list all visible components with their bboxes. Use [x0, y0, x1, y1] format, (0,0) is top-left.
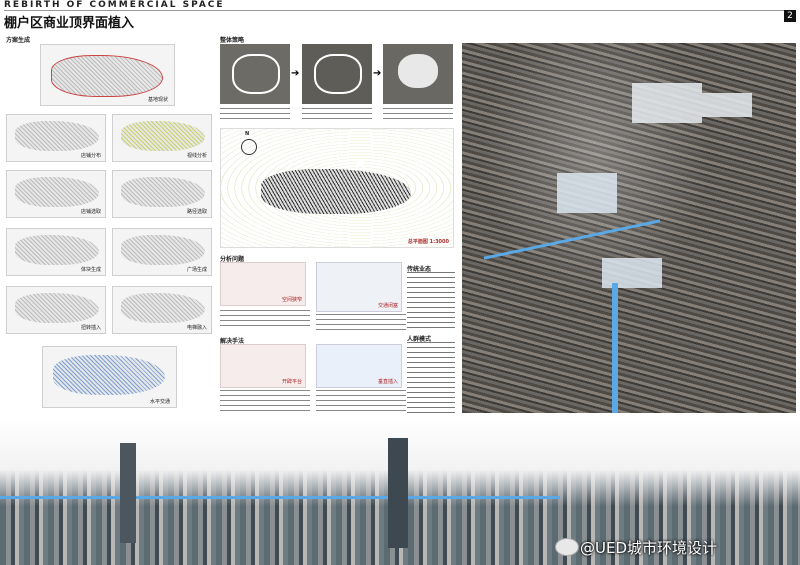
panel-label: 视线分析 — [186, 153, 207, 159]
panel-path-selection: 路径选取 — [112, 170, 212, 218]
site-label: 基地现状 — [147, 97, 168, 103]
outline-shape — [232, 54, 280, 94]
panel-label: 体块生成 — [80, 267, 101, 273]
page-number: 2 — [784, 10, 796, 22]
walkway-line — [0, 496, 560, 499]
panel-map — [15, 293, 99, 323]
panel-label: 电梯融入 — [186, 325, 207, 331]
weibo-icon — [555, 538, 579, 556]
solution-panel-1: 开辟平台 — [220, 344, 306, 388]
plan-label: 总平面图 1:3000 — [407, 239, 449, 245]
canopy-structure — [632, 83, 702, 123]
solution-label: 开辟平台 — [281, 379, 302, 385]
panel-map — [53, 355, 165, 395]
panel-horizontal-traffic: 水平交通 — [42, 346, 177, 408]
north-label: N — [245, 131, 250, 137]
strategy-step-3 — [383, 44, 453, 104]
analysis-label: 交通闭塞 — [377, 303, 398, 309]
panel-plaza: 广场生成 — [112, 228, 212, 276]
section-title-generation: 方案生成 — [6, 37, 31, 44]
analysis-text-1 — [220, 310, 310, 330]
aerial-render — [462, 43, 796, 413]
panel-label: 广场生成 — [186, 267, 207, 273]
plan-buildings — [261, 169, 411, 214]
panel-shop-selection: 店铺选取 — [6, 170, 106, 218]
master-plan: N 总平面图 1:3000 — [220, 128, 454, 248]
canopy-shape — [398, 54, 438, 88]
panel-label: 店铺选取 — [80, 209, 101, 215]
elevator-tower — [612, 283, 618, 413]
title-en: REBIRTH OF COMMERCIAL SPACE — [4, 0, 225, 10]
panel-map — [121, 121, 205, 151]
analysis-text-2 — [316, 314, 406, 334]
header-divider — [4, 10, 796, 11]
panel-label: 扭转插入 — [80, 325, 101, 331]
panel-map — [15, 121, 99, 151]
compass-icon — [241, 139, 257, 155]
solution-text-2 — [316, 390, 406, 412]
panel-sightline: 视线分析 — [112, 114, 212, 162]
skyway — [483, 219, 661, 260]
site-map — [51, 55, 163, 97]
panel-elevator: 电梯融入 — [112, 286, 212, 334]
canopy-structure — [557, 173, 617, 213]
panel-label: 路径选取 — [186, 209, 207, 215]
arrow-right-icon: ➔ — [291, 68, 300, 79]
canopy-structure — [702, 93, 752, 117]
strategy-caption-2 — [302, 108, 372, 122]
analysis-panel-1: 空间狭窄 — [220, 262, 306, 306]
strategy-step-2 — [302, 44, 372, 104]
strategy-title: 整体策略 — [220, 37, 245, 44]
panel-map — [15, 235, 99, 265]
solution-panel-2: 垂直插入 — [316, 344, 402, 388]
tower — [388, 438, 408, 548]
outline-shape — [314, 54, 362, 94]
analysis-label: 空间狭窄 — [281, 297, 302, 303]
strategy-caption-3 — [383, 108, 453, 122]
arrow-right-icon: ➔ — [373, 68, 382, 79]
panel-map — [121, 177, 205, 207]
panel-label: 店铺分布 — [80, 153, 101, 159]
site-panel: 基地现状 — [40, 44, 175, 106]
panel-label: 水平交通 — [149, 399, 170, 405]
tower — [120, 443, 136, 543]
strategy-caption-1 — [220, 108, 290, 122]
strategy-step-1 — [220, 44, 290, 104]
solution-text-1 — [220, 390, 310, 412]
text-block-1 — [407, 272, 455, 328]
panel-twist: 扭转插入 — [6, 286, 106, 334]
page-title: 棚户区商业顶界面植入 — [4, 16, 135, 31]
text-block-2 — [407, 342, 455, 414]
analysis-panel-2: 交通闭塞 — [316, 262, 402, 312]
panel-map — [121, 235, 205, 265]
canopy-structure — [602, 258, 662, 288]
watermark-text: @UED城市环境设计 — [580, 539, 718, 557]
solution-label: 垂直插入 — [377, 379, 398, 385]
panel-map — [15, 177, 99, 207]
panel-shop-distribution: 店铺分布 — [6, 114, 106, 162]
panel-map — [121, 293, 205, 323]
panel-volume: 体块生成 — [6, 228, 106, 276]
